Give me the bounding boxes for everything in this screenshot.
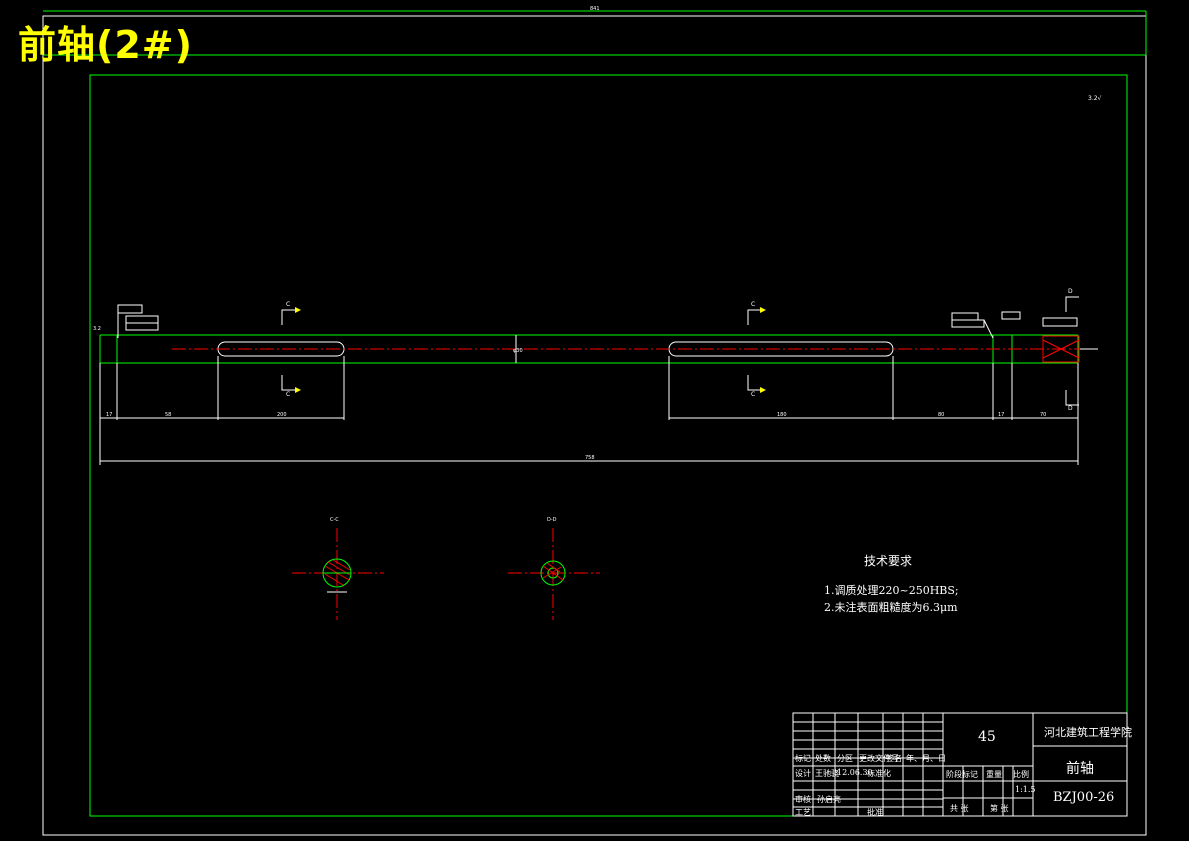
section-label-c1: C bbox=[286, 301, 290, 308]
section-arrows bbox=[295, 307, 766, 393]
tb-process-label: 工艺 bbox=[795, 808, 811, 817]
tb-checker: 孙启亮 bbox=[817, 795, 841, 804]
tb-check-label: 审核 bbox=[795, 795, 811, 804]
tb-weight-label: 重量 bbox=[986, 770, 1002, 779]
tb-designer: 王驰骁 bbox=[815, 769, 839, 778]
tb-row-label-2: 处数 bbox=[815, 754, 831, 763]
tech-req-heading: 技术要求 bbox=[864, 554, 913, 568]
tb-row-label-3: 分区 bbox=[837, 754, 853, 763]
dim-segment-2: 58 bbox=[165, 412, 171, 418]
tb-approve-label: 批准 bbox=[867, 808, 883, 817]
left-end-roughness: 3.2 bbox=[93, 326, 101, 332]
dim-segment-1: 17 bbox=[106, 412, 112, 418]
tech-req-item-1: 1.调质处理220~250HBS; bbox=[824, 584, 959, 597]
tb-drawing-no: BZJ00-26 bbox=[1053, 790, 1115, 805]
title-block: 45 河北建筑工程学院 前轴 BZJ00-26 1:1.5 标记 处数 分区 更… bbox=[793, 713, 1132, 817]
tb-stage-label: 阶段标记 bbox=[946, 770, 978, 779]
frame-top-dim-text: 841 bbox=[590, 6, 600, 12]
svg-text:D-D: D-D bbox=[547, 517, 557, 523]
dim-segment-7: 70 bbox=[1040, 412, 1046, 418]
overlay-title: 前轴(2#) bbox=[18, 23, 194, 67]
tb-row-label-6: 年、月、日 bbox=[906, 754, 946, 763]
tb-material: 45 bbox=[978, 729, 996, 745]
dimension-lines bbox=[99, 356, 1079, 465]
dim-overall: 758 bbox=[585, 455, 595, 461]
tb-scale-label: 比例 bbox=[1013, 770, 1029, 779]
section-label-c2: C bbox=[286, 391, 290, 398]
svg-text:C-C: C-C bbox=[330, 517, 339, 523]
dim-segment-4: 180 bbox=[777, 412, 787, 418]
tolerance-frames bbox=[117, 304, 1078, 339]
tb-scale: 1:1.5 bbox=[1015, 785, 1036, 794]
tb-row-label-1: 标记 bbox=[795, 754, 811, 763]
inner-border bbox=[89, 74, 1128, 817]
tb-sheet-no: 第 张 bbox=[990, 804, 1009, 813]
dim-segment-6: 17 bbox=[998, 412, 1004, 418]
section-view-d: D-D bbox=[508, 517, 600, 620]
corner-roughness-note: 3.2√ bbox=[1088, 95, 1102, 102]
tb-design-label: 设计 bbox=[795, 769, 811, 778]
keyway-left bbox=[217, 341, 345, 357]
tech-req-item-2: 2.未注表面粗糙度为6.3μm bbox=[824, 601, 958, 614]
section-view-c: C-C bbox=[292, 517, 384, 620]
section-label-c4: C bbox=[751, 391, 755, 398]
dim-segment-5: 80 bbox=[938, 412, 944, 418]
shaft-main-view: φ30 bbox=[99, 334, 1098, 364]
section-label-c3: C bbox=[751, 301, 755, 308]
tb-school: 河北建筑工程学院 bbox=[1044, 726, 1132, 739]
tb-standardization: 标准化 bbox=[867, 769, 891, 778]
section-label-d1: D bbox=[1068, 288, 1073, 295]
dim-segment-3: 200 bbox=[277, 412, 287, 418]
section-label-d2: D bbox=[1068, 405, 1073, 412]
tb-part-name: 前轴 bbox=[1066, 761, 1094, 777]
tb-row-label-5: 签名 bbox=[886, 754, 902, 763]
tb-total-sheets: 共 张 bbox=[950, 804, 969, 813]
technical-requirements: 技术要求 1.调质处理220~250HBS; 2.未注表面粗糙度为6.3μm bbox=[824, 553, 959, 616]
svg-text:φ30: φ30 bbox=[513, 348, 523, 354]
